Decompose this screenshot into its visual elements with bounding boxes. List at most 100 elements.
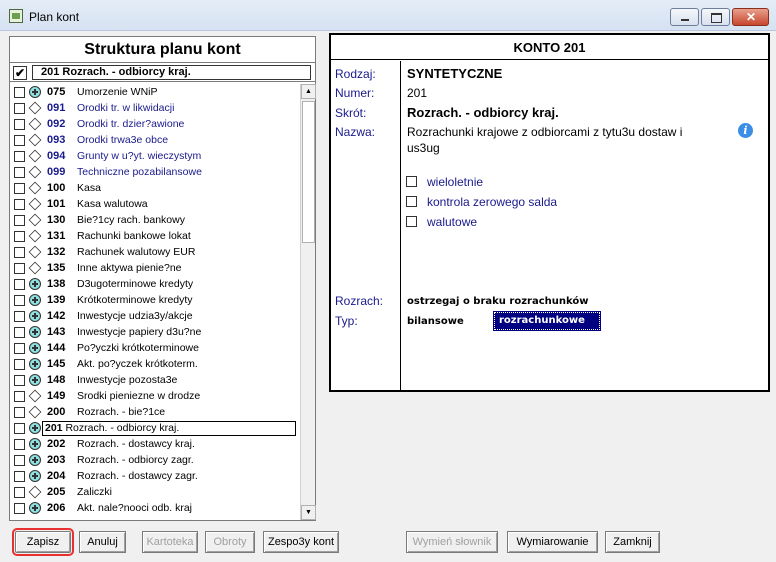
account-row-130[interactable]: 130 Bie?1cy rach. bankowy <box>10 212 300 228</box>
scroll-down-arrow-icon[interactable]: ▼ <box>301 505 316 520</box>
account-row-143[interactable]: 143 Inwestycje papiery d3u?ne <box>10 324 300 340</box>
info-icon[interactable]: i <box>738 123 753 138</box>
account-row-204[interactable]: 204 Rozrach. - dostawcy zagr. <box>10 468 300 484</box>
skrot-value: Rozrach. - odbiorcy kraj. <box>407 105 559 120</box>
row-checkbox[interactable] <box>14 503 25 514</box>
account-row-205[interactable]: 205 Zaliczki <box>10 484 300 500</box>
row-checkbox[interactable] <box>14 359 25 370</box>
row-checkbox[interactable] <box>14 247 25 258</box>
account-row-142[interactable]: 142 Inwestycje udzia3y/akcje <box>10 308 300 324</box>
account-row-label[interactable]: 201 Rozrach. - odbiorcy kraj. <box>42 421 296 436</box>
account-row-100[interactable]: 100 Kasa <box>10 180 300 196</box>
account-row-131[interactable]: 131 Rachunki bankowe lokat <box>10 228 300 244</box>
account-row-148[interactable]: 148 Inwestycje pozosta3e <box>10 372 300 388</box>
row-checkbox[interactable] <box>14 343 25 354</box>
expand-plus-icon[interactable] <box>29 310 41 322</box>
row-checkbox[interactable] <box>14 423 25 434</box>
expand-plus-icon[interactable] <box>29 374 41 386</box>
kartoteka-button[interactable]: Kartoteka <box>142 531 198 553</box>
row-checkbox[interactable] <box>14 135 25 146</box>
account-name: Orodki tr. w likwidacji <box>77 102 175 114</box>
close-button[interactable] <box>732 8 769 26</box>
account-number: 206 <box>47 502 66 514</box>
expand-plus-icon[interactable] <box>29 358 41 370</box>
account-name: Orodki tr. dzier?awione <box>77 118 185 130</box>
typ-selected-option[interactable]: rozrachunkowe <box>493 311 601 331</box>
account-row-200[interactable]: 200 Rozrach. - bie?1ce <box>10 404 300 420</box>
expand-plus-icon[interactable] <box>29 470 41 482</box>
selected-account-field[interactable]: 201 Rozrach. - odbiorcy kraj. <box>32 65 311 80</box>
account-row-206[interactable]: 206 Akt. nale?nooci odb. kraj <box>10 500 300 516</box>
account-row-149[interactable]: 149 Srodki pieniezne w drodze <box>10 388 300 404</box>
row-checkbox[interactable] <box>14 311 25 322</box>
close-window-button[interactable]: Zamknij <box>605 531 660 553</box>
expand-plus-icon[interactable] <box>29 422 41 434</box>
maximize-button[interactable] <box>701 8 730 26</box>
wymien-slownik-button[interactable]: Wymień słownik <box>406 531 498 553</box>
row-checkbox[interactable] <box>14 375 25 386</box>
expand-plus-icon[interactable] <box>29 342 41 354</box>
account-row-092[interactable]: 092 Orodki tr. dzier?awione <box>10 116 300 132</box>
expand-plus-icon[interactable] <box>29 454 41 466</box>
scroll-thumb[interactable] <box>302 101 315 243</box>
account-number: 132 <box>47 246 66 258</box>
expand-plus-icon[interactable] <box>29 326 41 338</box>
row-checkbox[interactable] <box>14 391 25 402</box>
wymiarowanie-button[interactable]: Wymiarowanie <box>507 531 598 553</box>
obroty-button[interactable]: Obroty <box>205 531 255 553</box>
row-checkbox[interactable] <box>14 455 25 466</box>
row-checkbox[interactable] <box>14 295 25 306</box>
expand-plus-icon[interactable] <box>29 278 41 290</box>
expand-plus-icon[interactable] <box>29 86 41 98</box>
cancel-button[interactable]: Anuluj <box>79 531 126 553</box>
row-checkbox[interactable] <box>14 263 25 274</box>
account-row-091[interactable]: 091 Orodki tr. w likwidacji <box>10 100 300 116</box>
list-scrollbar[interactable]: ▲ ▼ <box>300 84 316 520</box>
expand-plus-icon[interactable] <box>29 438 41 450</box>
row-checkbox[interactable] <box>14 151 25 162</box>
checkbox[interactable] <box>406 216 417 227</box>
row-checkbox[interactable] <box>14 231 25 242</box>
row-checkbox[interactable] <box>14 183 25 194</box>
minimize-button[interactable] <box>670 8 699 26</box>
account-row-201[interactable]: 201 Rozrach. - odbiorcy kraj. <box>10 420 300 436</box>
row-checkbox[interactable] <box>14 279 25 290</box>
row-checkbox[interactable] <box>14 167 25 178</box>
checkbox[interactable] <box>406 196 417 207</box>
scroll-up-arrow-icon[interactable]: ▲ <box>301 84 316 99</box>
account-row-093[interactable]: 093 Orodki trwa3e obce <box>10 132 300 148</box>
row-checkbox[interactable] <box>14 87 25 98</box>
nazwa-label: Nazwa: <box>335 125 376 139</box>
account-row-075[interactable]: 075 Umorzenie WNiP <box>10 84 300 100</box>
zespoly-kont-button[interactable]: Zespo3y kont <box>263 531 339 553</box>
account-row-099[interactable]: 099 Techniczne pozabilansowe <box>10 164 300 180</box>
account-row-139[interactable]: 139 Krótkoterminowe kredyty <box>10 292 300 308</box>
checkbox[interactable] <box>406 176 417 187</box>
expand-plus-icon[interactable] <box>29 502 41 514</box>
account-details-panel: KONTO 201 Rodzaj: SYNTETYCZNE Numer: 201… <box>329 33 770 392</box>
account-row-145[interactable]: 145 Akt. po?yczek krótkoterm. <box>10 356 300 372</box>
save-button[interactable]: Zapisz <box>12 528 74 556</box>
expand-plus-icon[interactable] <box>29 294 41 306</box>
account-list: 075 Umorzenie WNiP 091 Orodki tr. w likwida… <box>10 84 300 516</box>
account-number: 092 <box>47 118 66 130</box>
account-row-138[interactable]: 138 D3ugoterminowe kredyty <box>10 276 300 292</box>
account-name: Orodki trwa3e obce <box>77 134 169 146</box>
row-checkbox[interactable] <box>14 103 25 114</box>
account-row-135[interactable]: 135 Inne aktywa pienie?ne <box>10 260 300 276</box>
account-row-144[interactable]: 144 Po?yczki krótkoterminowe <box>10 340 300 356</box>
row-checkbox[interactable] <box>14 407 25 418</box>
row-checkbox[interactable] <box>14 327 25 338</box>
account-row-203[interactable]: 203 Rozrach. - odbiorcy zagr. <box>10 452 300 468</box>
account-row-132[interactable]: 132 Rachunek walutowy EUR <box>10 244 300 260</box>
row-checkbox[interactable] <box>14 439 25 450</box>
account-row-101[interactable]: 101 Kasa walutowa <box>10 196 300 212</box>
row-checkbox[interactable] <box>14 487 25 498</box>
row-checkbox[interactable] <box>14 119 25 130</box>
check-icon[interactable]: ✔ <box>13 66 27 80</box>
row-checkbox[interactable] <box>14 199 25 210</box>
row-checkbox[interactable] <box>14 471 25 482</box>
row-checkbox[interactable] <box>14 215 25 226</box>
account-row-202[interactable]: 202 Rozrach. - dostawcy kraj. <box>10 436 300 452</box>
account-row-094[interactable]: 094 Grunty w u?yt. wieczystym <box>10 148 300 164</box>
